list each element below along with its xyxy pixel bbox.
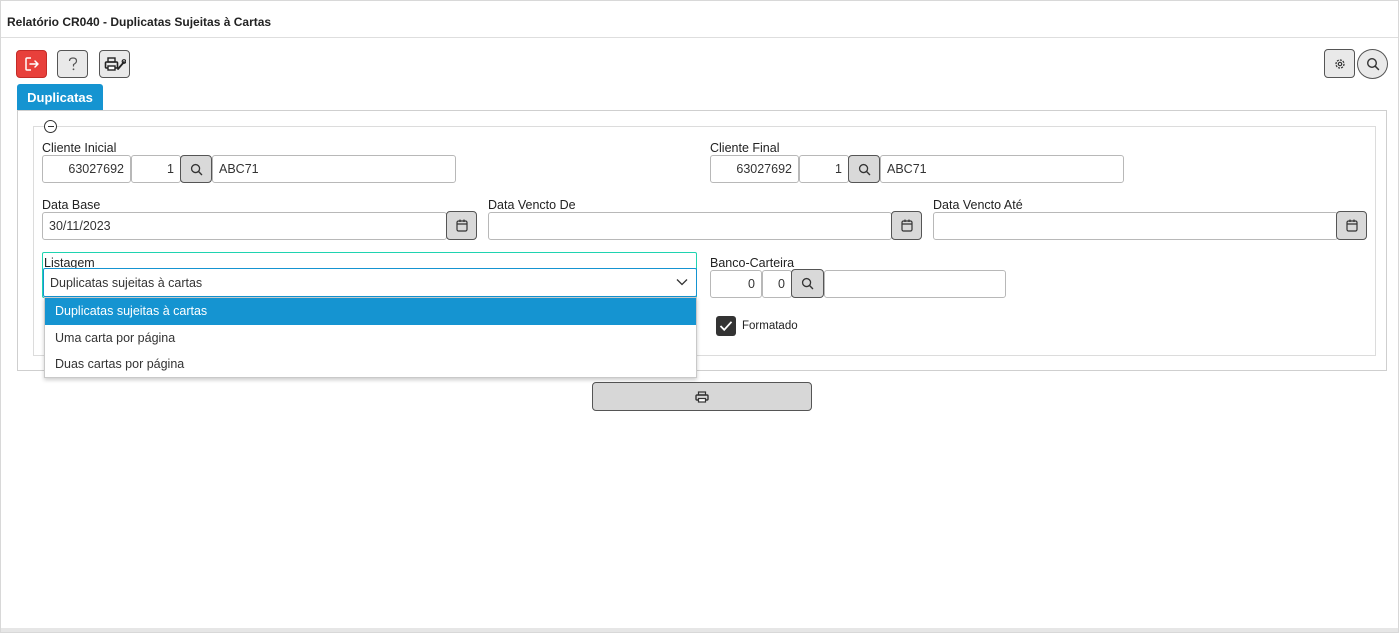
report-window: Relatório CR040 - Duplicatas Sujeitas à … <box>0 0 1399 633</box>
listagem-option[interactable]: Uma carta por página <box>45 325 696 352</box>
data-vencto-ate-label: Data Vencto Até <box>933 198 1023 212</box>
banco-carteira-label: Banco-Carteira <box>710 256 795 270</box>
banco-field[interactable]: 0 <box>710 270 762 298</box>
calendar-icon <box>455 219 468 232</box>
minus-icon <box>47 125 54 128</box>
listagem-option[interactable]: Duas cartas por página <box>45 351 696 378</box>
check-icon <box>719 321 733 332</box>
question-icon <box>68 57 77 71</box>
listagem-dropdown: Duplicatas sujeitas à cartas Uma carta p… <box>44 297 697 378</box>
calendar-icon <box>1345 219 1358 232</box>
data-vencto-ate-field[interactable] <box>933 212 1338 240</box>
cliente-final-lookup-button[interactable] <box>848 155 880 183</box>
data-base-calendar-button[interactable] <box>446 211 477 240</box>
chevron-down-icon <box>676 279 688 286</box>
data-vencto-de-label: Data Vencto De <box>488 198 576 212</box>
data-vencto-de-field[interactable] <box>488 212 892 240</box>
banco-carteira-lookup-button[interactable] <box>791 269 824 298</box>
exit-icon <box>24 57 39 71</box>
cliente-final-name-field[interactable]: ABC71 <box>880 155 1124 183</box>
gear-icon <box>1334 58 1345 69</box>
search-icon <box>801 277 814 290</box>
printer-wrench-icon <box>104 57 126 71</box>
cliente-inicial-seq-field[interactable]: 1 <box>131 155 181 183</box>
printer-setup-button[interactable] <box>99 50 130 78</box>
search-icon <box>190 163 202 175</box>
cliente-inicial-name-field[interactable]: ABC71 <box>212 155 456 183</box>
cliente-final-label: Cliente Final <box>710 141 780 155</box>
printer-icon <box>695 390 709 403</box>
collapse-group-button[interactable] <box>44 120 57 133</box>
search-icon <box>1366 57 1379 71</box>
formatado-checkbox[interactable] <box>716 316 736 336</box>
data-base-field[interactable]: 30/11/2023 <box>42 212 447 240</box>
settings-button[interactable] <box>1324 49 1355 78</box>
window-title: Relatório CR040 - Duplicatas Sujeitas à … <box>7 15 272 29</box>
calendar-icon <box>900 219 913 232</box>
help-button[interactable] <box>57 50 88 78</box>
print-button[interactable] <box>592 382 812 411</box>
cliente-final-code-field[interactable]: 63027692 <box>710 155 799 183</box>
listagem-selected-value: Duplicatas sujeitas à cartas <box>50 275 203 290</box>
cliente-inicial-label: Cliente Inicial <box>42 141 117 155</box>
data-vencto-de-calendar-button[interactable] <box>891 211 922 240</box>
cliente-inicial-lookup-button[interactable] <box>180 155 212 183</box>
search-icon <box>858 163 870 175</box>
banco-carteira-description-field[interactable] <box>824 270 1006 298</box>
cliente-final-seq-field[interactable]: 1 <box>799 155 849 183</box>
title-bar: Relatório CR040 - Duplicatas Sujeitas à … <box>1 1 1398 38</box>
exit-button[interactable] <box>16 50 47 78</box>
search-button[interactable] <box>1357 49 1388 79</box>
cliente-inicial-code-field[interactable]: 63027692 <box>42 155 131 183</box>
carteira-field[interactable]: 0 <box>762 270 792 298</box>
bottom-strip <box>1 628 1398 632</box>
tab-duplicatas[interactable]: Duplicatas <box>17 84 103 110</box>
listagem-option[interactable]: Duplicatas sujeitas à cartas <box>45 298 696 325</box>
formatado-label: Formatado <box>742 320 798 332</box>
data-base-label: Data Base <box>42 198 101 212</box>
listagem-select[interactable]: Duplicatas sujeitas à cartas <box>43 268 697 297</box>
data-vencto-ate-calendar-button[interactable] <box>1336 211 1367 240</box>
